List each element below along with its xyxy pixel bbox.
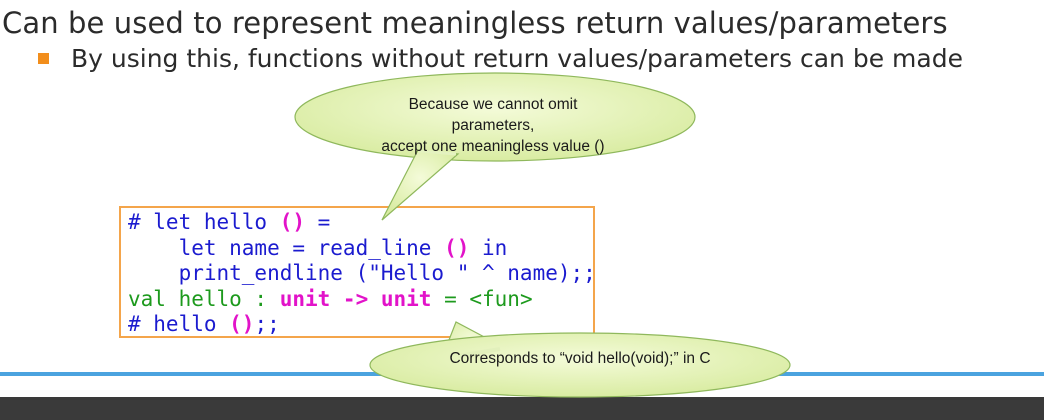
- footer-band: [0, 397, 1044, 420]
- callout-parameters-text: Because we cannot omit parameters, accep…: [368, 94, 618, 157]
- code-token: let name = read_line: [128, 235, 445, 260]
- bullet-text: By using this, functions without return …: [71, 44, 963, 73]
- callout-parameters-line-1: Because we cannot omit parameters,: [408, 96, 578, 134]
- code-token: val hello :: [128, 286, 280, 311]
- bottom-divider: [0, 372, 1044, 376]
- slide-heading: Can be used to represent meaningless ret…: [2, 6, 948, 40]
- code-token: unit -> unit: [279, 286, 432, 311]
- code-token: # hello: [128, 312, 230, 336]
- code-token: # let hello: [128, 210, 280, 234]
- code-token: in: [469, 235, 508, 260]
- bullet-item: By using this, functions without return …: [38, 44, 963, 73]
- code-line: print_endline ("Hello " ^ name);;: [128, 261, 596, 287]
- bullet-square-icon: [38, 53, 49, 64]
- code-line: # hello ();;: [128, 312, 593, 338]
- code-line: let name = read_line () in: [128, 236, 593, 262]
- code-token: ;;: [254, 312, 280, 336]
- code-token: = <fun>: [431, 286, 533, 311]
- code-token: (): [279, 210, 306, 234]
- code-token: =: [305, 210, 331, 234]
- code-line: val hello : unit -> unit = <fun>: [128, 287, 593, 313]
- code-token: print_endline ("Hello " ^ name);;: [128, 261, 596, 285]
- code-line: # let hello () =: [128, 210, 593, 236]
- code-block: # let hello () = let name = read_line ()…: [119, 206, 596, 338]
- code-token: (): [229, 312, 255, 336]
- callout-c-equivalent-text: Corresponds to “void hello(void);” in C: [449, 350, 711, 367]
- code-token: (): [444, 235, 470, 260]
- callout-parameters-line-2: accept one meaningless value (): [381, 138, 605, 155]
